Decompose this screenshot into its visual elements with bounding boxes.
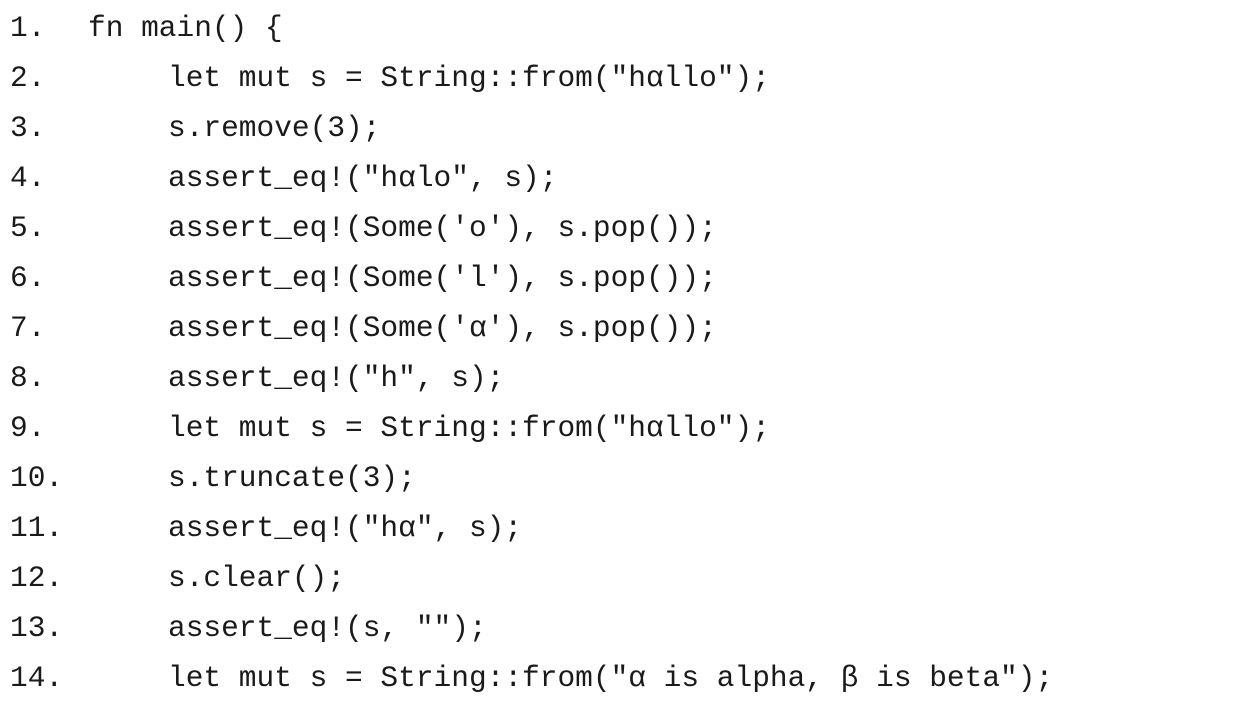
line-text: assert_eq!("h", s); bbox=[168, 361, 505, 395]
line-text: s.remove(3); bbox=[168, 111, 381, 145]
line-text: fn main() { bbox=[88, 11, 283, 45]
code-line: 6. assert_eq!(Some('l'), s.pop()); bbox=[10, 253, 1236, 303]
line-text: let mut s = String::from("α is alpha, β … bbox=[168, 661, 1054, 695]
code-line: 9. let mut s = String::from("hαllo"); bbox=[10, 403, 1236, 453]
line-text: assert_eq!(Some('o'), s.pop()); bbox=[168, 211, 717, 245]
line-number: 11. bbox=[10, 511, 64, 545]
line-number: 12. bbox=[10, 561, 64, 595]
line-number: 5. bbox=[10, 211, 46, 245]
line-number: 14. bbox=[10, 661, 64, 695]
line-text: assert_eq!(Some('l'), s.pop()); bbox=[168, 261, 717, 295]
code-line: 13. assert_eq!(s, ""); bbox=[10, 603, 1236, 653]
code-listing: 1. fn main() { 2. let mut s = String::fr… bbox=[10, 3, 1236, 703]
code-line: 11. assert_eq!("hα", s); bbox=[10, 503, 1236, 553]
line-number: 10. bbox=[10, 461, 64, 495]
line-number: 4. bbox=[10, 161, 46, 195]
code-line: 8. assert_eq!("h", s); bbox=[10, 353, 1236, 403]
line-text: s.truncate(3); bbox=[168, 461, 416, 495]
line-text: assert_eq!(s, ""); bbox=[168, 611, 487, 645]
line-number: 2. bbox=[10, 61, 46, 95]
code-line: 5. assert_eq!(Some('o'), s.pop()); bbox=[10, 203, 1236, 253]
line-number: 7. bbox=[10, 311, 46, 345]
line-number: 3. bbox=[10, 111, 46, 145]
code-line: 14. let mut s = String::from("α is alpha… bbox=[10, 653, 1236, 703]
code-line: 12. s.clear(); bbox=[10, 553, 1236, 603]
code-line: 7. assert_eq!(Some('α'), s.pop()); bbox=[10, 303, 1236, 353]
code-line: 2. let mut s = String::from("hαllo"); bbox=[10, 53, 1236, 103]
line-number: 6. bbox=[10, 261, 46, 295]
code-line: 10. s.truncate(3); bbox=[10, 453, 1236, 503]
line-text: assert_eq!("hα", s); bbox=[168, 511, 523, 545]
line-text: s.clear(); bbox=[168, 561, 346, 595]
code-line: 4. assert_eq!("hαlo", s); bbox=[10, 153, 1236, 203]
line-text: let mut s = String::from("hαllo"); bbox=[168, 61, 770, 95]
line-number: 13. bbox=[10, 611, 64, 645]
line-text: assert_eq!("hαlo", s); bbox=[168, 161, 558, 195]
line-number: 1. bbox=[10, 11, 46, 45]
line-number: 8. bbox=[10, 361, 46, 395]
line-text: let mut s = String::from("hαllo"); bbox=[168, 411, 770, 445]
line-number: 9. bbox=[10, 411, 46, 445]
code-line: 3. s.remove(3); bbox=[10, 103, 1236, 153]
line-text: assert_eq!(Some('α'), s.pop()); bbox=[168, 311, 717, 345]
code-line: 1. fn main() { bbox=[10, 3, 1236, 53]
